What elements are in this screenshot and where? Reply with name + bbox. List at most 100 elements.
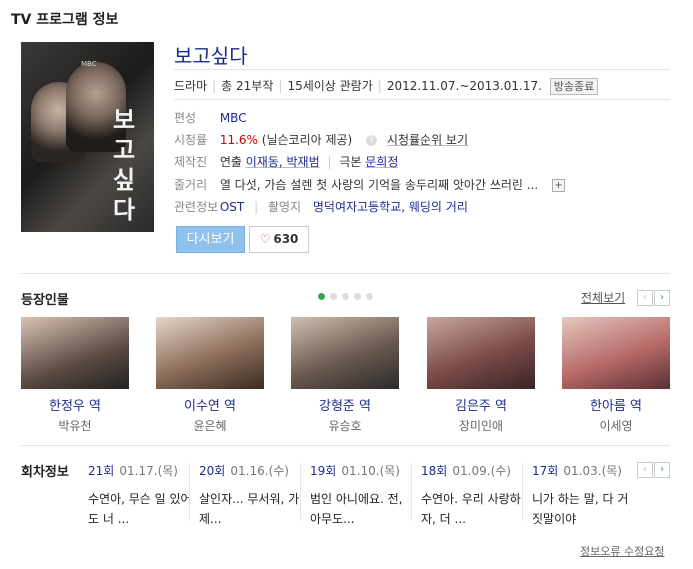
synopsis-label: 줄거리 [174, 178, 208, 192]
episode-item[interactable]: 19회 01.10.(목) 범인 아니에요. 전, 아무도... [310, 460, 414, 529]
cast-actor[interactable]: 장미인애 [427, 417, 535, 434]
cast-role[interactable]: 한정우 역 [21, 395, 129, 414]
episode-summary[interactable]: 수연아, 무슨 일 있어도 너 ... [88, 489, 192, 529]
cast-actor[interactable]: 박유천 [21, 417, 129, 434]
episode-date: 01.03.(목) [563, 464, 622, 478]
episode-divider [300, 463, 301, 521]
like-button[interactable]: ♡ 630 [249, 226, 309, 253]
cast-photo[interactable] [156, 317, 264, 389]
cast-card[interactable]: 이수연 역 윤은혜 [156, 317, 264, 434]
episodes-next-arrow-icon[interactable]: › [654, 462, 670, 478]
staff-label: 제작진 [174, 155, 208, 169]
report-error-link[interactable]: 정보오류 수정요청 [580, 543, 664, 559]
cast-role[interactable]: 김은주 역 [427, 395, 535, 414]
episode-number[interactable]: 20회 [199, 464, 225, 478]
cast-role[interactable]: 이수연 역 [156, 395, 264, 414]
age-rating: 15세이상 관람가 [287, 79, 373, 93]
section-divider-episodes [21, 445, 670, 446]
title-divider [174, 69, 670, 70]
location-link[interactable]: 명덕여자고등학교, 웨딩의 거리 [313, 200, 468, 214]
cast-card[interactable]: 김은주 역 장미인애 [427, 317, 535, 434]
cast-photo[interactable] [21, 317, 129, 389]
cast-photo[interactable] [562, 317, 670, 389]
poster-logo: MBC [81, 60, 97, 68]
like-count: 630 [273, 232, 299, 246]
view-all-link[interactable]: 전체보기 [581, 289, 625, 306]
info-icon[interactable]: i [366, 135, 378, 146]
pager-dot-2[interactable] [330, 293, 337, 300]
info-row-viewership: 시청률 11.6% (닐슨코리아 제공) i 시청률순위 보기 [174, 131, 468, 148]
broadcast-period: 2012.11.07.~2013.01.17. [386, 79, 542, 93]
cast-card[interactable]: 강형준 역 유승호 [291, 317, 399, 434]
viewership-source: (닐슨코리아 제공) [261, 133, 353, 147]
cast-actor[interactable]: 유승호 [291, 417, 399, 434]
info-row-synopsis: 줄거리 열 다섯, 가슴 설렌 첫 사랑의 기억을 송두리째 앗아간 쓰러린 .… [174, 176, 566, 193]
location-label: 촬영지 [267, 200, 302, 214]
genre: 드라마 [174, 79, 208, 93]
episode-summary[interactable]: 살인자... 무서워, 가 제... [199, 489, 303, 529]
episode-item[interactable]: 21회 01.17.(목) 수연아, 무슨 일 있어도 너 ... [88, 460, 192, 529]
pager-dot-1[interactable] [318, 293, 325, 300]
episode-divider [522, 463, 523, 521]
episode-date: 01.10.(목) [341, 464, 400, 478]
cast-actor[interactable]: 윤은혜 [156, 417, 264, 434]
svg-text:고: 고 [113, 136, 135, 164]
episode-number[interactable]: 18회 [421, 464, 447, 478]
show-meta-row: 드라마 | 총 21부작 | 15세이상 관람가 | 2012.11.07.~2013.01… [174, 77, 599, 95]
viewership-rank-link[interactable]: 시청률순위 보기 [387, 133, 468, 147]
episode-date: 01.17.(목) [119, 464, 178, 478]
cast-photo[interactable] [427, 317, 535, 389]
info-row-staff: 제작진 연출 이재동, 박재범 | 극본 문희정 [174, 155, 399, 169]
episode-divider [189, 463, 190, 521]
related-label: 관련정보 [174, 200, 219, 214]
episode-summary[interactable]: 범인 아니에요. 전, 아무도... [310, 489, 414, 529]
svg-text:다: 다 [113, 196, 135, 222]
episode-count: 총 21부작 [221, 79, 274, 93]
pager-dot-5[interactable] [366, 293, 373, 300]
next-arrow-icon[interactable]: › [654, 290, 670, 306]
channel-link[interactable]: MBC [220, 111, 247, 125]
cast-role[interactable]: 한아름 역 [562, 395, 670, 414]
rewatch-button[interactable]: 다시보기 [176, 226, 245, 253]
show-title[interactable]: 보고싶다 [174, 40, 248, 69]
episode-summary[interactable]: 니가 하는 말, 다 거짓말이야 [532, 489, 636, 529]
writer-prefix: 극본 [339, 155, 362, 169]
poster-title-text: 보 고 싶 다 [109, 102, 139, 229]
synopsis-text: 열 다섯, 가슴 설렌 첫 사랑의 기억을 송두리째 앗아간 쓰러린 ... [219, 178, 539, 192]
director-link[interactable]: 이재동, 박재범 [246, 155, 320, 169]
episode-date: 01.16.(수) [230, 464, 289, 478]
cast-card[interactable]: 한정우 역 박유천 [21, 317, 129, 434]
pager-dot-3[interactable] [342, 293, 349, 300]
ost-link[interactable]: OST [220, 200, 244, 214]
cast-section-title: 등장인물 [21, 293, 69, 308]
svg-text:보: 보 [113, 106, 135, 134]
cast-role[interactable]: 강형준 역 [291, 395, 399, 414]
episodes-prev-arrow-icon[interactable]: ‹ [637, 462, 653, 478]
episodes-section-title: 회차정보 [21, 465, 69, 480]
pager-dot-4[interactable] [354, 293, 361, 300]
prev-arrow-icon[interactable]: ‹ [637, 290, 653, 306]
viewership-label: 시청률 [174, 133, 208, 147]
svg-text:싶: 싶 [113, 166, 135, 194]
episode-number[interactable]: 19회 [310, 464, 336, 478]
episode-summary[interactable]: 수연아. 우리 사랑하자, 더 ... [421, 489, 525, 529]
page-title: TV 프로그램 정보 [11, 12, 119, 28]
cast-actor[interactable]: 이세영 [562, 417, 670, 434]
heart-icon: ♡ [259, 232, 271, 246]
cast-card[interactable]: 한아름 역 이세영 [562, 317, 670, 434]
section-divider-cast [21, 273, 670, 274]
episode-number[interactable]: 21회 [88, 464, 114, 478]
episode-item[interactable]: 18회 01.09.(수) 수연아. 우리 사랑하자, 더 ... [421, 460, 525, 529]
writer-link[interactable]: 문희정 [365, 155, 398, 169]
channel-label: 편성 [174, 111, 197, 125]
director-prefix: 연출 [219, 155, 242, 169]
episode-item[interactable]: 20회 01.16.(수) 살인자... 무서워, 가 제... [199, 460, 303, 529]
cast-photo[interactable] [291, 317, 399, 389]
info-row-related: 관련정보 OST | 촬영지 명덕여자고등학교, 웨딩의 거리 [174, 200, 468, 214]
episode-item[interactable]: 17회 01.03.(목) 니가 하는 말, 다 거짓말이야 [532, 460, 636, 529]
expand-plus-icon[interactable]: + [552, 179, 566, 192]
show-poster[interactable]: MBC 보 고 싶 다 [21, 42, 154, 232]
meta-divider [174, 99, 670, 100]
episode-divider [411, 463, 412, 521]
episode-number[interactable]: 17회 [532, 464, 558, 478]
